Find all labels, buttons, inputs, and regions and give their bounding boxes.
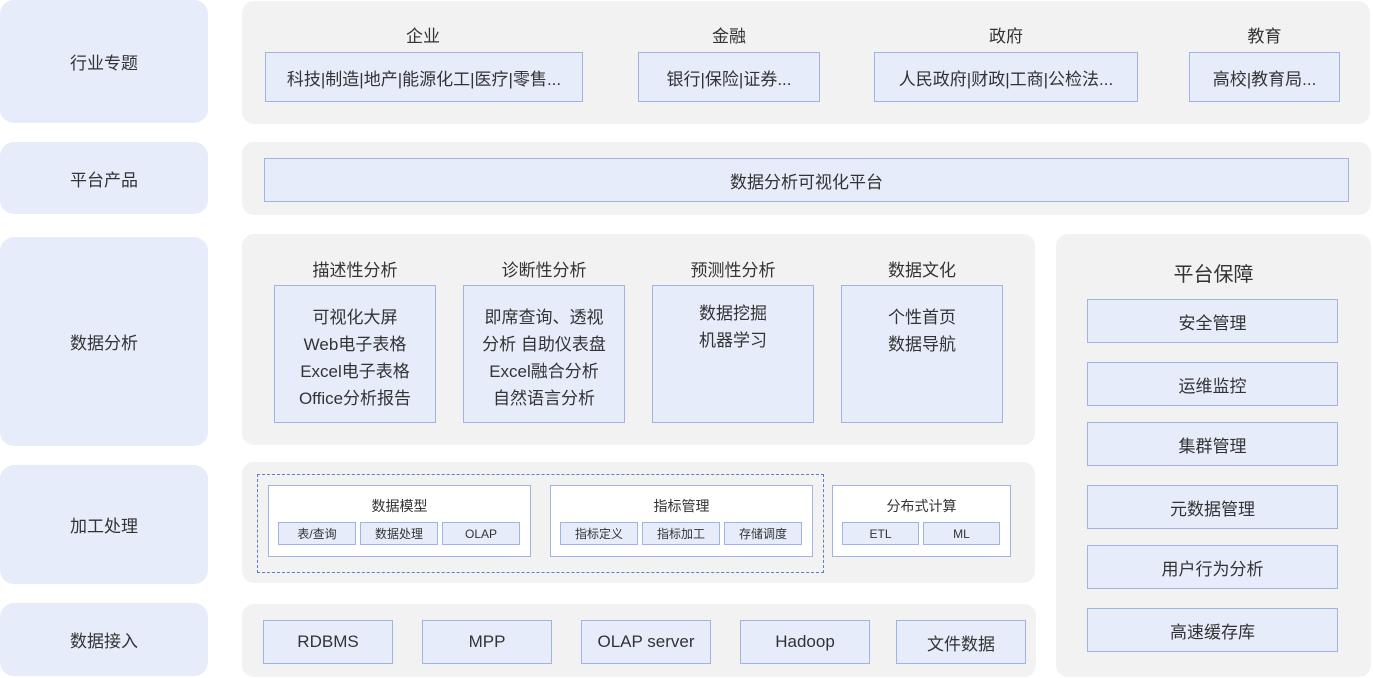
guarantee-item: 安全管理	[1087, 299, 1338, 343]
row-label-processing: 加工处理	[0, 465, 208, 584]
analysis-item: 个性首页	[888, 308, 956, 327]
guarantee-item: 元数据管理	[1087, 485, 1338, 529]
guarantee-item: 高速缓存库	[1087, 608, 1338, 652]
row-label-analysis: 数据分析	[0, 237, 208, 446]
analysis-column-title: 描述性分析	[312, 261, 398, 280]
analysis-column-box: 可视化大屏 Web电子表格 Excel电子表格 Office分析报告	[274, 285, 436, 423]
industry-group-items: 人民政府|财政|工商|公检法...	[874, 52, 1138, 102]
processing-item: ML	[923, 522, 1000, 545]
processing-module-title: 分布式计算	[886, 498, 957, 514]
analysis-item: Web电子表格	[303, 335, 407, 354]
analysis-item: 可视化大屏	[312, 308, 398, 327]
analysis-column-box: 即席查询、透视 分析 自助仪表盘 Excel融合分析 自然语言分析	[463, 285, 625, 423]
guarantee-title: 平台保障	[1173, 264, 1254, 286]
processing-item: 表/查询	[278, 522, 356, 545]
processing-module-title: 数据模型	[371, 498, 428, 514]
analysis-item: Excel融合分析	[489, 362, 599, 381]
analysis-item: 数据挖掘	[699, 304, 767, 323]
data-source: OLAP server	[581, 620, 711, 664]
analysis-item: 分析 自助仪表盘	[482, 335, 606, 354]
guarantee-panel: 平台保障 安全管理 运维监控 集群管理 元数据管理 用户行为分析 高速缓存库	[1056, 234, 1371, 677]
processing-item: 指标加工	[642, 522, 720, 545]
platform-panel: 数据分析可视化平台	[242, 142, 1371, 215]
ingestion-panel: RDBMS MPP OLAP server Hadoop 文件数据	[242, 604, 1036, 677]
analysis-item: 即席查询、透视	[484, 308, 604, 327]
data-source: MPP	[422, 620, 552, 664]
processing-item: OLAP	[442, 522, 520, 545]
analysis-panel: 描述性分析 可视化大屏 Web电子表格 Excel电子表格 Office分析报告…	[242, 234, 1035, 445]
analysis-item: 机器学习	[699, 331, 767, 350]
analysis-column-title: 诊断性分析	[501, 261, 587, 280]
analysis-column-title: 数据文化	[888, 261, 956, 280]
processing-item: 存储调度	[724, 522, 802, 545]
industry-group-title: 教育	[1247, 27, 1282, 46]
industry-group-title: 金融	[712, 27, 746, 46]
row-label-industry: 行业专题	[0, 0, 208, 123]
analysis-item: Office分析报告	[298, 389, 412, 408]
processing-module-title: 指标管理	[653, 498, 710, 514]
analysis-item: 数据导航	[888, 335, 956, 354]
guarantee-item: 集群管理	[1087, 422, 1338, 466]
platform-product: 数据分析可视化平台	[264, 158, 1349, 202]
analysis-column-box: 个性首页 数据导航	[841, 285, 1003, 423]
industry-group-title: 政府	[989, 27, 1023, 46]
analysis-item: 自然语言分析	[493, 389, 595, 408]
industry-group-items: 科技|制造|地产|能源化工|医疗|零售...	[265, 52, 583, 102]
processing-module: 分布式计算 ETL ML	[832, 485, 1011, 557]
data-source: RDBMS	[263, 620, 393, 664]
analysis-item: Excel电子表格	[300, 362, 410, 381]
guarantee-item: 运维监控	[1087, 362, 1338, 406]
processing-item: 数据处理	[360, 522, 438, 545]
processing-item: ETL	[842, 522, 919, 545]
guarantee-item: 用户行为分析	[1087, 545, 1338, 589]
data-source: 文件数据	[896, 620, 1026, 664]
data-source: Hadoop	[740, 620, 870, 664]
industry-group-items: 高校|教育局...	[1189, 52, 1340, 102]
analysis-column-title: 预测性分析	[690, 261, 776, 280]
row-label-platform: 平台产品	[0, 142, 208, 214]
processing-panel: 数据模型 表/查询 数据处理 OLAP 指标管理 指标定义 指标加工 存储调度 …	[242, 462, 1035, 583]
row-label-ingestion: 数据接入	[0, 603, 208, 676]
analysis-column-box: 数据挖掘 机器学习	[652, 285, 814, 423]
industry-group-items: 银行|保险|证券...	[638, 52, 820, 102]
processing-item: 指标定义	[560, 522, 638, 545]
processing-module: 指标管理 指标定义 指标加工 存储调度	[550, 485, 813, 557]
industry-group-title: 企业	[406, 27, 440, 46]
processing-module: 数据模型 表/查询 数据处理 OLAP	[268, 485, 531, 557]
industry-panel: 企业 科技|制造|地产|能源化工|医疗|零售... 金融 银行|保险|证券...…	[242, 1, 1370, 124]
